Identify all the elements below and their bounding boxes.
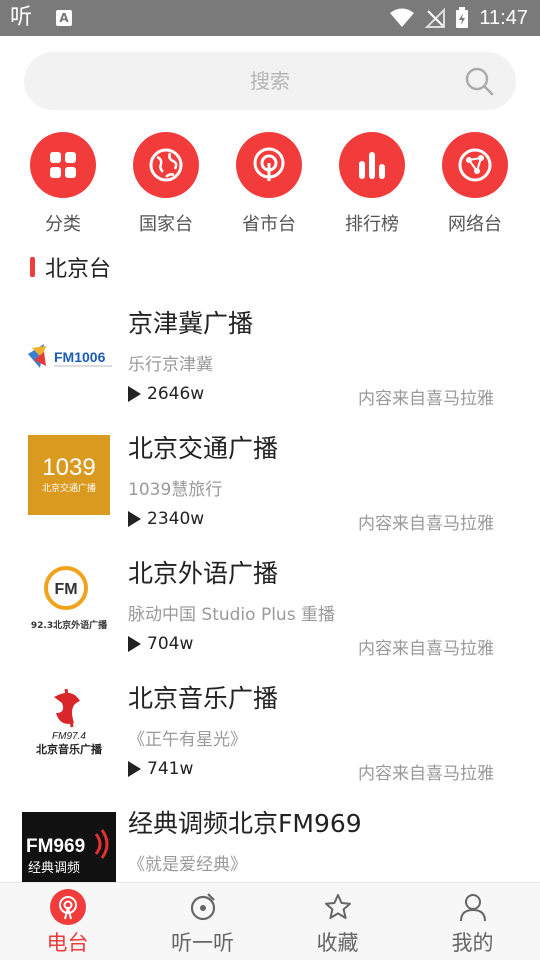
vinyl-record-icon [183,889,223,925]
station-subtitle: 《就是爱经典》 [128,855,247,875]
network-icon [442,132,508,198]
station-title: 北京交通广播 [128,434,279,463]
app-notification-icon: 听 [10,5,33,30]
tab-label: 电台 [46,931,89,955]
user-icon [453,889,493,925]
play-count: 2646w [128,384,204,404]
tab-shoucang[interactable]: 收藏 [270,883,405,960]
svg-text:1039: 1039 [42,454,95,481]
category-wangluotai[interactable]: 网络台 [425,132,525,236]
tab-label: 听一听 [171,931,234,955]
station-logo-waiyu: FM 92.3北京外语广播 [22,558,116,642]
station-item[interactable]: FM97.4 北京音乐广播 北京音乐广播 《正午有星光》 741w 内容来自喜马… [0,675,540,800]
svg-text:FM969: FM969 [26,836,85,857]
station-title: 北京音乐广播 [128,684,279,713]
category-fenlei[interactable]: 分类 [13,132,113,236]
station-logo-jiaotong: 1039 北京交通广播 [28,435,110,515]
station-item[interactable]: FM1006 京津冀广播 乐行京津冀 2646w 内容来自喜马拉雅 [0,300,540,425]
no-signal-icon [425,8,446,28]
station-logo-jingjinji: FM1006 [22,308,116,392]
play-count: 704w [128,634,193,654]
wifi-icon [390,8,415,27]
category-label: 分类 [45,214,81,235]
section-heading: 北京台 [30,252,111,282]
station-title: 经典调频北京FM969 [128,809,362,838]
category-label: 国家台 [139,214,193,235]
station-subtitle: 乐行京津冀 [128,355,213,375]
star-icon [318,889,358,925]
globe-icon [133,132,199,198]
content-source: 内容来自喜马拉雅 [358,514,494,534]
play-count: 741w [128,759,193,779]
station-subtitle: 1039慧旅行 [128,480,223,500]
category-label: 省市台 [242,214,296,235]
tab-label: 收藏 [316,931,359,955]
radio-tower-icon [48,889,88,925]
category-guojiatai[interactable]: 国家台 [116,132,216,236]
play-icon [128,386,141,402]
search-input[interactable]: 搜索 [24,52,516,110]
clock: 11:47 [479,6,528,29]
play-icon [128,761,141,777]
station-item[interactable]: FM 92.3北京外语广播 北京外语广播 脉动中国 Studio Plus 重播… [0,550,540,675]
play-count-value: 741w [147,759,194,779]
svg-text:北京音乐广播: 北京音乐广播 [36,742,103,756]
station-item[interactable]: 1039 北京交通广播 北京交通广播 1039慧旅行 2340w 内容来自喜马拉… [0,425,540,550]
content-source: 内容来自喜马拉雅 [358,764,494,784]
svg-text:FM1006: FM1006 [54,349,106,365]
play-count-value: 704w [147,634,194,654]
status-bar: 听 A 11:47 [0,0,540,36]
station-subtitle: 《正午有星光》 [128,730,247,750]
svg-text:92.3北京外语广播: 92.3北京外语广播 [31,619,108,631]
grid-icon [30,132,96,198]
category-paihangbang[interactable]: 排行榜 [322,132,422,236]
section-marker [30,257,35,277]
svg-text:经典调频: 经典调频 [28,861,80,876]
bars-icon [339,132,405,198]
station-logo-fm969: FM969 经典调频 [22,812,116,892]
svg-text:FM97.4: FM97.4 [52,731,86,742]
category-row: 分类 国家台 省市台 排行榜 网络台 [0,132,540,242]
content-source: 内容来自喜马拉雅 [358,389,494,409]
tab-wode[interactable]: 我的 [405,883,540,960]
category-shengshitai[interactable]: 省市台 [219,132,319,236]
section-title: 北京台 [45,257,112,282]
status-icons: 11:47 [389,0,528,36]
broadcast-icon [236,132,302,198]
station-logo-yinyue: FM97.4 北京音乐广播 [22,683,116,767]
category-label: 网络台 [448,214,502,235]
play-count-value: 2340w [147,509,205,529]
tab-label: 我的 [451,931,494,955]
station-title: 北京外语广播 [128,559,279,588]
tab-diantai[interactable]: 电台 [0,883,135,960]
tab-tingyiting[interactable]: 听一听 [135,883,270,960]
battery-charging-icon [456,7,469,28]
content-source: 内容来自喜马拉雅 [358,639,494,659]
station-subtitle: 脉动中国 Studio Plus 重播 [128,605,335,625]
bottom-nav: 电台 听一听 收藏 我的 [0,882,540,960]
category-label: 排行榜 [345,214,399,235]
play-icon [128,511,141,527]
svg-text:北京交通广播: 北京交通广播 [42,482,96,494]
svg-text:FM: FM [54,581,77,598]
play-count: 2340w [128,509,204,529]
a-notification-icon: A [56,10,72,26]
play-count-value: 2646w [147,384,205,404]
search-bar[interactable]: 搜索 [24,52,516,110]
play-icon [128,636,141,652]
station-title: 京津冀广播 [128,309,254,338]
search-icon[interactable] [464,66,494,96]
